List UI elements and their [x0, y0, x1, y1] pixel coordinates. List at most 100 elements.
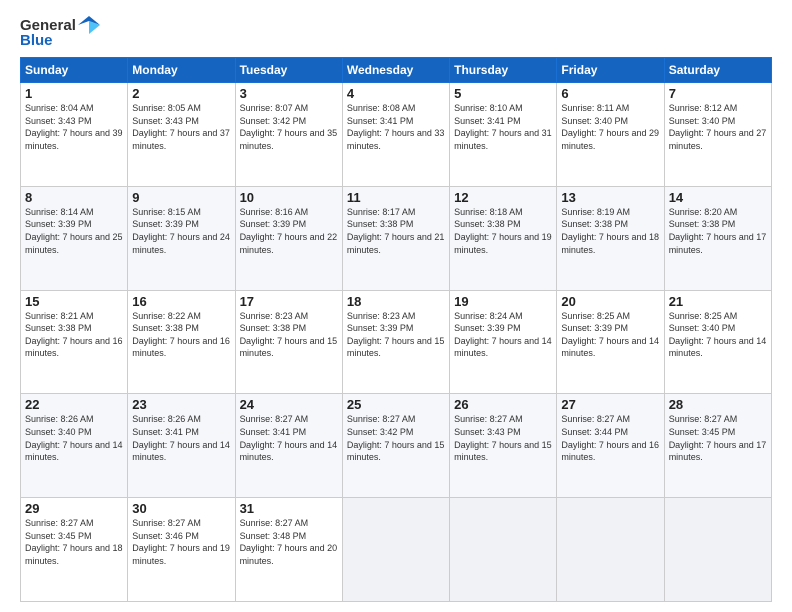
- calendar-cell: 18 Sunrise: 8:23 AM Sunset: 3:39 PM Dayl…: [342, 290, 449, 394]
- cell-info: Sunrise: 8:27 AM Sunset: 3:41 PM Dayligh…: [240, 413, 338, 463]
- calendar-cell: 26 Sunrise: 8:27 AM Sunset: 3:43 PM Dayl…: [450, 394, 557, 498]
- day-number: 6: [561, 86, 659, 101]
- calendar-cell: 21 Sunrise: 8:25 AM Sunset: 3:40 PM Dayl…: [664, 290, 771, 394]
- cell-info: Sunrise: 8:24 AM Sunset: 3:39 PM Dayligh…: [454, 310, 552, 360]
- week-row-4: 22 Sunrise: 8:26 AM Sunset: 3:40 PM Dayl…: [21, 394, 772, 498]
- day-number: 22: [25, 397, 123, 412]
- calendar-cell: 14 Sunrise: 8:20 AM Sunset: 3:38 PM Dayl…: [664, 186, 771, 290]
- cell-info: Sunrise: 8:27 AM Sunset: 3:42 PM Dayligh…: [347, 413, 445, 463]
- day-number: 27: [561, 397, 659, 412]
- logo-general: General: [20, 17, 76, 34]
- week-row-5: 29 Sunrise: 8:27 AM Sunset: 3:45 PM Dayl…: [21, 498, 772, 602]
- cell-info: Sunrise: 8:07 AM Sunset: 3:42 PM Dayligh…: [240, 102, 338, 152]
- day-number: 1: [25, 86, 123, 101]
- cell-info: Sunrise: 8:15 AM Sunset: 3:39 PM Dayligh…: [132, 206, 230, 256]
- calendar-cell: 12 Sunrise: 8:18 AM Sunset: 3:38 PM Dayl…: [450, 186, 557, 290]
- day-number: 15: [25, 294, 123, 309]
- day-number: 21: [669, 294, 767, 309]
- cell-info: Sunrise: 8:17 AM Sunset: 3:38 PM Dayligh…: [347, 206, 445, 256]
- cell-info: Sunrise: 8:27 AM Sunset: 3:45 PM Dayligh…: [25, 517, 123, 567]
- calendar-cell: 22 Sunrise: 8:26 AM Sunset: 3:40 PM Dayl…: [21, 394, 128, 498]
- calendar-cell: 23 Sunrise: 8:26 AM Sunset: 3:41 PM Dayl…: [128, 394, 235, 498]
- day-number: 26: [454, 397, 552, 412]
- day-number: 2: [132, 86, 230, 101]
- day-number: 31: [240, 501, 338, 516]
- cell-info: Sunrise: 8:11 AM Sunset: 3:40 PM Dayligh…: [561, 102, 659, 152]
- calendar-cell: 13 Sunrise: 8:19 AM Sunset: 3:38 PM Dayl…: [557, 186, 664, 290]
- cell-info: Sunrise: 8:26 AM Sunset: 3:40 PM Dayligh…: [25, 413, 123, 463]
- day-number: 16: [132, 294, 230, 309]
- calendar-table: SundayMondayTuesdayWednesdayThursdayFrid…: [20, 57, 772, 602]
- cell-info: Sunrise: 8:12 AM Sunset: 3:40 PM Dayligh…: [669, 102, 767, 152]
- day-number: 19: [454, 294, 552, 309]
- day-number: 24: [240, 397, 338, 412]
- calendar-body: 1 Sunrise: 8:04 AM Sunset: 3:43 PM Dayli…: [21, 83, 772, 602]
- calendar-cell: 3 Sunrise: 8:07 AM Sunset: 3:42 PM Dayli…: [235, 83, 342, 187]
- cell-info: Sunrise: 8:14 AM Sunset: 3:39 PM Dayligh…: [25, 206, 123, 256]
- cell-info: Sunrise: 8:25 AM Sunset: 3:40 PM Dayligh…: [669, 310, 767, 360]
- calendar-cell: 1 Sunrise: 8:04 AM Sunset: 3:43 PM Dayli…: [21, 83, 128, 187]
- logo-blue: Blue: [20, 32, 53, 49]
- calendar-cell: 4 Sunrise: 8:08 AM Sunset: 3:41 PM Dayli…: [342, 83, 449, 187]
- calendar-cell: [450, 498, 557, 602]
- cell-info: Sunrise: 8:19 AM Sunset: 3:38 PM Dayligh…: [561, 206, 659, 256]
- day-number: 11: [347, 190, 445, 205]
- day-number: 3: [240, 86, 338, 101]
- calendar-cell: 8 Sunrise: 8:14 AM Sunset: 3:39 PM Dayli…: [21, 186, 128, 290]
- cell-info: Sunrise: 8:21 AM Sunset: 3:38 PM Dayligh…: [25, 310, 123, 360]
- cell-info: Sunrise: 8:27 AM Sunset: 3:44 PM Dayligh…: [561, 413, 659, 463]
- week-row-1: 1 Sunrise: 8:04 AM Sunset: 3:43 PM Dayli…: [21, 83, 772, 187]
- cell-info: Sunrise: 8:20 AM Sunset: 3:38 PM Dayligh…: [669, 206, 767, 256]
- calendar-cell: 27 Sunrise: 8:27 AM Sunset: 3:44 PM Dayl…: [557, 394, 664, 498]
- calendar-cell: 5 Sunrise: 8:10 AM Sunset: 3:41 PM Dayli…: [450, 83, 557, 187]
- calendar-cell: 16 Sunrise: 8:22 AM Sunset: 3:38 PM Dayl…: [128, 290, 235, 394]
- calendar-cell: 7 Sunrise: 8:12 AM Sunset: 3:40 PM Dayli…: [664, 83, 771, 187]
- cell-info: Sunrise: 8:22 AM Sunset: 3:38 PM Dayligh…: [132, 310, 230, 360]
- day-number: 7: [669, 86, 767, 101]
- cell-info: Sunrise: 8:10 AM Sunset: 3:41 PM Dayligh…: [454, 102, 552, 152]
- calendar-cell: [342, 498, 449, 602]
- header: General Blue: [20, 16, 772, 49]
- calendar-cell: 6 Sunrise: 8:11 AM Sunset: 3:40 PM Dayli…: [557, 83, 664, 187]
- calendar-cell: [664, 498, 771, 602]
- day-number: 20: [561, 294, 659, 309]
- week-row-3: 15 Sunrise: 8:21 AM Sunset: 3:38 PM Dayl…: [21, 290, 772, 394]
- calendar-cell: 17 Sunrise: 8:23 AM Sunset: 3:38 PM Dayl…: [235, 290, 342, 394]
- page: General Blue SundayMondayTuesdayWednesda…: [0, 0, 792, 612]
- day-header-thursday: Thursday: [450, 58, 557, 83]
- calendar-cell: 11 Sunrise: 8:17 AM Sunset: 3:38 PM Dayl…: [342, 186, 449, 290]
- calendar-cell: 19 Sunrise: 8:24 AM Sunset: 3:39 PM Dayl…: [450, 290, 557, 394]
- cell-info: Sunrise: 8:26 AM Sunset: 3:41 PM Dayligh…: [132, 413, 230, 463]
- logo: General Blue: [20, 16, 100, 49]
- day-number: 30: [132, 501, 230, 516]
- calendar-cell: 25 Sunrise: 8:27 AM Sunset: 3:42 PM Dayl…: [342, 394, 449, 498]
- day-header-friday: Friday: [557, 58, 664, 83]
- day-number: 28: [669, 397, 767, 412]
- cell-info: Sunrise: 8:04 AM Sunset: 3:43 PM Dayligh…: [25, 102, 123, 152]
- day-number: 9: [132, 190, 230, 205]
- cell-info: Sunrise: 8:23 AM Sunset: 3:39 PM Dayligh…: [347, 310, 445, 360]
- day-number: 13: [561, 190, 659, 205]
- day-number: 14: [669, 190, 767, 205]
- day-number: 10: [240, 190, 338, 205]
- cell-info: Sunrise: 8:08 AM Sunset: 3:41 PM Dayligh…: [347, 102, 445, 152]
- day-number: 29: [25, 501, 123, 516]
- day-header-tuesday: Tuesday: [235, 58, 342, 83]
- calendar-cell: 28 Sunrise: 8:27 AM Sunset: 3:45 PM Dayl…: [664, 394, 771, 498]
- day-header-monday: Monday: [128, 58, 235, 83]
- calendar-cell: 30 Sunrise: 8:27 AM Sunset: 3:46 PM Dayl…: [128, 498, 235, 602]
- calendar-cell: 29 Sunrise: 8:27 AM Sunset: 3:45 PM Dayl…: [21, 498, 128, 602]
- day-number: 12: [454, 190, 552, 205]
- calendar-header-row: SundayMondayTuesdayWednesdayThursdayFrid…: [21, 58, 772, 83]
- day-number: 18: [347, 294, 445, 309]
- day-header-saturday: Saturday: [664, 58, 771, 83]
- day-number: 17: [240, 294, 338, 309]
- calendar-cell: 15 Sunrise: 8:21 AM Sunset: 3:38 PM Dayl…: [21, 290, 128, 394]
- calendar-cell: 2 Sunrise: 8:05 AM Sunset: 3:43 PM Dayli…: [128, 83, 235, 187]
- calendar-cell: 10 Sunrise: 8:16 AM Sunset: 3:39 PM Dayl…: [235, 186, 342, 290]
- day-number: 23: [132, 397, 230, 412]
- cell-info: Sunrise: 8:16 AM Sunset: 3:39 PM Dayligh…: [240, 206, 338, 256]
- week-row-2: 8 Sunrise: 8:14 AM Sunset: 3:39 PM Dayli…: [21, 186, 772, 290]
- cell-info: Sunrise: 8:27 AM Sunset: 3:43 PM Dayligh…: [454, 413, 552, 463]
- calendar-cell: 20 Sunrise: 8:25 AM Sunset: 3:39 PM Dayl…: [557, 290, 664, 394]
